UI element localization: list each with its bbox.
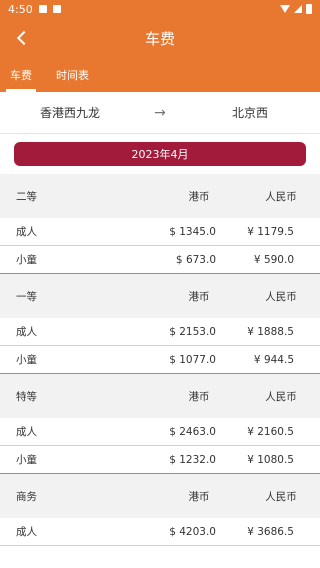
fare-group-header: 二等 港币 人民币 [0, 174, 320, 218]
fare-group-header: 特等 港币 人民币 [0, 374, 320, 418]
fare-row: 成人 $ 1345.0 ¥ 1179.5 [0, 218, 320, 246]
seat-class: 商务 [16, 490, 37, 503]
passenger-type: 成人 [16, 526, 37, 538]
battery-icon [306, 4, 312, 14]
price-rmb: ¥ 2160.5 [247, 425, 294, 438]
month-button[interactable]: 2023年4月 [14, 142, 306, 166]
signal-icon [294, 5, 302, 13]
passenger-type: 小童 [16, 354, 37, 366]
col-rmb: 人民币 [265, 390, 297, 403]
month-selector-wrap: 2023年4月 [0, 134, 320, 174]
col-hkd: 港币 [188, 490, 210, 503]
gallery-notification-icon [38, 5, 47, 13]
fare-row: 成人 $ 4203.0 ¥ 3686.5 [0, 518, 320, 546]
app-bar: 车费 [0, 18, 320, 58]
passenger-type: 成人 [16, 226, 37, 238]
status-time: 4:50 [8, 2, 33, 16]
route-selector: 香港西九龙 → 北京西 [0, 92, 320, 134]
price-hkd: $ 2463.0 [169, 425, 216, 438]
fare-row: 小童 $ 1232.0 ¥ 1080.5 [0, 446, 320, 474]
fare-group-header: 一等 港币 人民币 [0, 274, 320, 318]
tab-bar: 车费 时间表 [0, 58, 320, 92]
back-button[interactable] [8, 24, 36, 52]
passenger-type: 小童 [16, 254, 37, 266]
price-rmb: ¥ 590.0 [253, 253, 294, 266]
col-rmb: 人民币 [265, 190, 297, 203]
page-title: 车费 [144, 29, 175, 48]
tab-timetable[interactable]: 时间表 [52, 58, 93, 92]
col-hkd: 港币 [188, 290, 210, 303]
price-hkd: $ 673.0 [175, 253, 216, 266]
fare-row: 小童 $ 1077.0 ¥ 944.5 [0, 346, 320, 374]
seat-class: 特等 [16, 390, 37, 403]
col-rmb: 人民币 [265, 490, 297, 503]
fare-group-header: 商务 港币 人民币 [0, 474, 320, 518]
tab-fares[interactable]: 车费 [6, 58, 36, 92]
price-rmb: ¥ 1080.5 [247, 453, 294, 466]
col-hkd: 港币 [188, 190, 210, 203]
price-hkd: $ 1345.0 [169, 225, 216, 238]
col-rmb: 人民币 [265, 290, 297, 303]
app-notification-icon [52, 5, 61, 13]
price-hkd: $ 4203.0 [169, 525, 216, 538]
fare-row: 小童 $ 673.0 ¥ 590.0 [0, 246, 320, 274]
chevron-left-icon [16, 30, 32, 46]
fare-row: 成人 $ 2463.0 ¥ 2160.5 [0, 418, 320, 446]
status-bar: 4:50 [0, 0, 320, 18]
passenger-type: 成人 [16, 326, 37, 338]
price-rmb: ¥ 944.5 [253, 353, 294, 366]
arrow-right-icon: → [154, 104, 166, 121]
passenger-type: 小童 [16, 454, 37, 466]
col-hkd: 港币 [188, 390, 210, 403]
wifi-icon [280, 5, 290, 13]
price-rmb: ¥ 1888.5 [247, 325, 294, 338]
fare-row: 成人 $ 2153.0 ¥ 1888.5 [0, 318, 320, 346]
origin-station[interactable]: 香港西九龙 [0, 104, 140, 121]
price-hkd: $ 1077.0 [169, 353, 216, 366]
price-rmb: ¥ 1179.5 [247, 225, 294, 238]
price-hkd: $ 2153.0 [169, 325, 216, 338]
seat-class: 二等 [16, 190, 37, 203]
fare-table: 二等 港币 人民币 成人 $ 1345.0 ¥ 1179.5 小童 $ 673.… [0, 174, 320, 546]
passenger-type: 成人 [16, 426, 37, 438]
price-hkd: $ 1232.0 [169, 453, 216, 466]
seat-class: 一等 [16, 290, 37, 303]
price-rmb: ¥ 3686.5 [247, 525, 294, 538]
destination-station[interactable]: 北京西 [180, 104, 320, 121]
